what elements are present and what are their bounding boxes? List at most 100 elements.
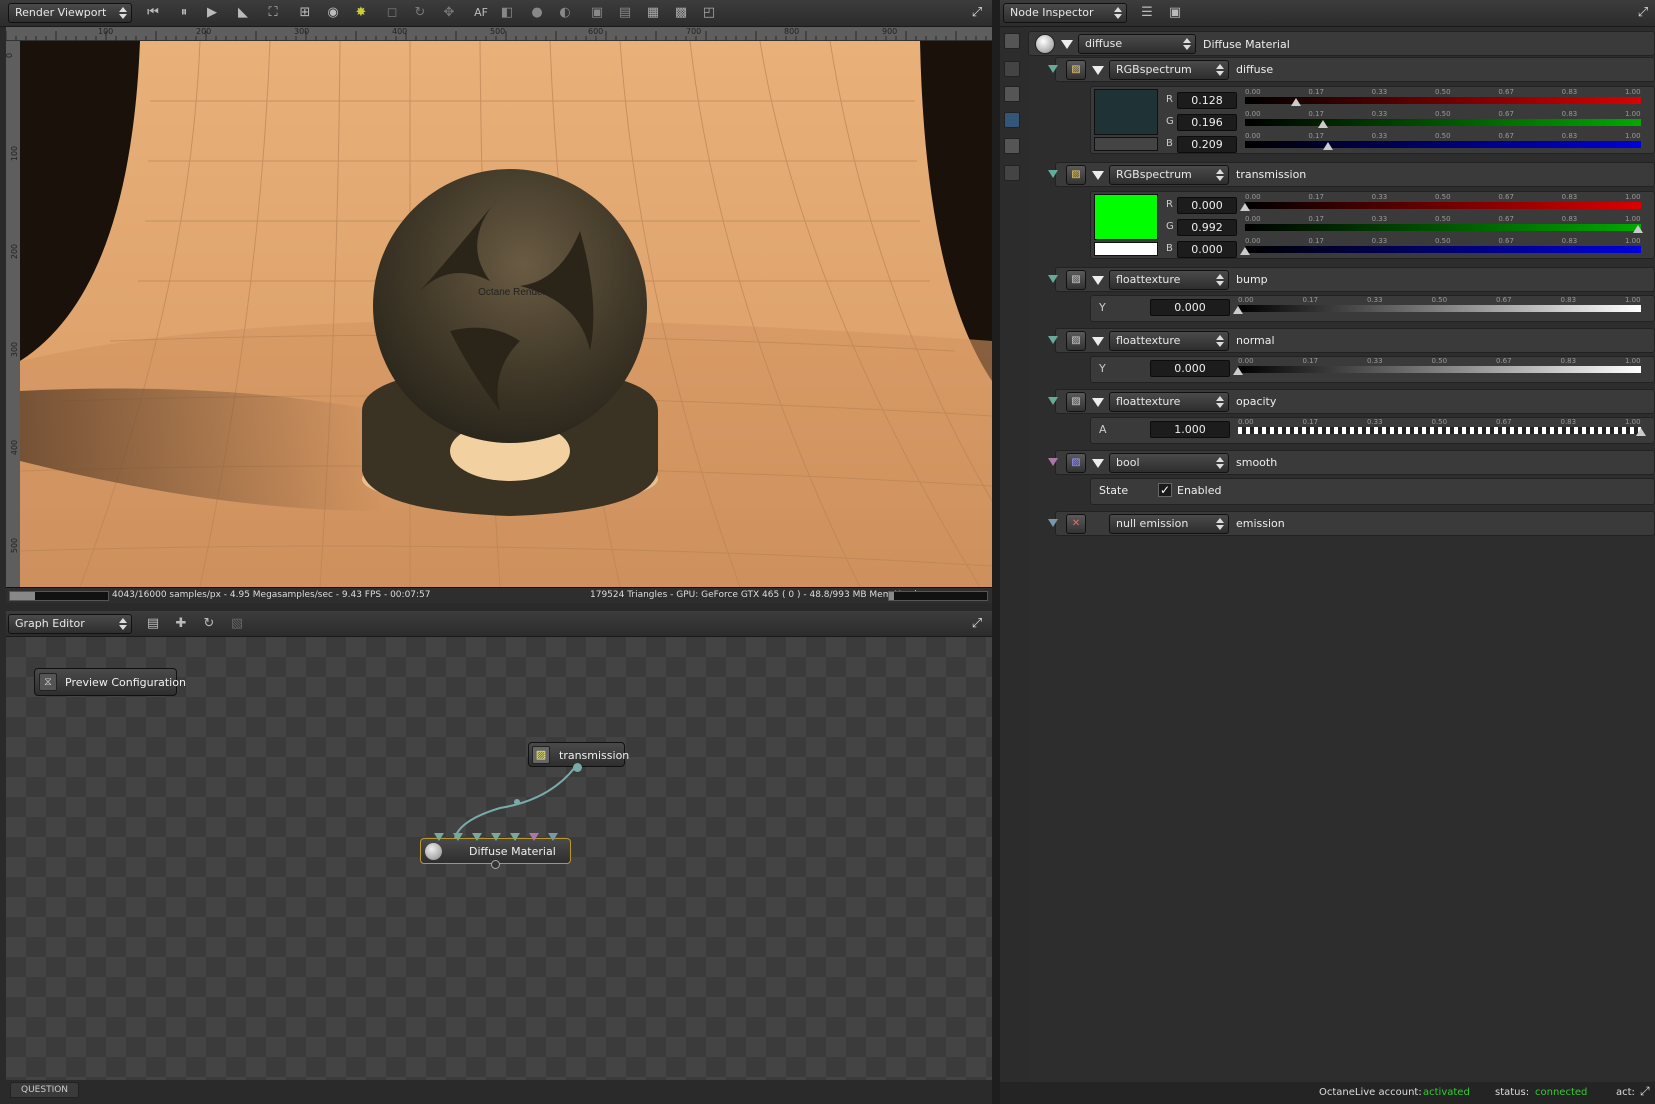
smooth-checkbox[interactable]: ✓ <box>1158 483 1172 497</box>
panel-separator[interactable] <box>992 0 1000 1104</box>
connection-pin-icon[interactable] <box>1048 458 1058 466</box>
transmission-r-slider[interactable] <box>1245 202 1641 209</box>
diffuse-r-slider-thumb[interactable] <box>1290 98 1301 106</box>
diffuse-r-slider[interactable] <box>1245 97 1641 104</box>
collapse-icon[interactable] <box>1092 171 1104 180</box>
window-icon[interactable]: ◰ <box>700 4 718 22</box>
input-pin[interactable] <box>453 833 463 841</box>
inspector-mode-dropdown[interactable]: Node Inspector <box>1003 3 1127 23</box>
pan-icon[interactable]: ✥ <box>440 4 458 22</box>
question-tab[interactable]: QUESTION <box>10 1082 80 1098</box>
kernel-icon[interactable] <box>1004 165 1020 181</box>
sphere-alt-icon[interactable]: ◐ <box>556 4 574 22</box>
normal-type-dropdown[interactable]: floattexture <box>1109 331 1229 351</box>
input-pin[interactable] <box>548 833 558 841</box>
lock-icon[interactable]: ▤ <box>616 4 634 22</box>
bump-value[interactable]: 0.000 <box>1150 299 1230 316</box>
opacity-slider[interactable] <box>1238 427 1641 434</box>
diffuse-type-dropdown[interactable]: RGBspectrum <box>1109 60 1229 80</box>
pick-material-icon[interactable]: ⊞ <box>296 4 314 22</box>
refresh-icon[interactable]: ↻ <box>200 615 218 633</box>
texture-node-icon[interactable]: ▨ <box>1066 331 1086 351</box>
transmission-b-value[interactable]: 0.000 <box>1177 241 1237 258</box>
diffuse-b-value[interactable]: 0.209 <box>1177 136 1237 153</box>
diffuse-g-slider[interactable] <box>1245 119 1641 126</box>
normal-value[interactable]: 0.000 <box>1150 360 1230 377</box>
opacity-type-dropdown[interactable]: floattexture <box>1109 392 1229 412</box>
diffuse-g-slider-thumb[interactable] <box>1317 120 1328 128</box>
pause-icon[interactable]: ⏸ <box>175 4 193 22</box>
autofocus-button[interactable]: AF <box>470 4 492 22</box>
camera-settings-icon[interactable] <box>1004 61 1020 77</box>
transmission-g-value[interactable]: 0.992 <box>1177 219 1237 236</box>
transmission-color-swatch[interactable] <box>1094 194 1158 240</box>
connection-pin-icon[interactable] <box>1048 519 1058 527</box>
material-type-dropdown[interactable]: diffuse <box>1078 34 1196 54</box>
material-preview-icon[interactable] <box>1035 34 1055 54</box>
film-icon[interactable] <box>1004 86 1020 102</box>
transmission-r-value[interactable]: 0.000 <box>1177 197 1237 214</box>
region-icon[interactable]: ▣ <box>588 4 606 22</box>
inspector-maximize-icon[interactable]: ⤢ <box>1634 4 1652 22</box>
viewport-mode-dropdown[interactable]: Render Viewport <box>8 3 132 23</box>
smooth-type-dropdown[interactable]: bool <box>1109 453 1229 473</box>
texture-node-icon[interactable]: ▨ <box>1066 165 1086 185</box>
diffuse-b-slider[interactable] <box>1245 141 1641 148</box>
transmission-type-dropdown[interactable]: RGBspectrum <box>1109 165 1229 185</box>
render-target-icon[interactable] <box>1004 33 1020 49</box>
connection-pin-icon[interactable] <box>1048 275 1058 283</box>
input-pin[interactable] <box>510 833 520 841</box>
maximize-icon[interactable]: ⤢ <box>968 4 986 22</box>
preview-config-node[interactable]: ⧖ Preview Configuration <box>34 668 186 696</box>
zoom-region-icon[interactable]: ⛶ <box>264 4 282 22</box>
transmission-g-slider[interactable] <box>1245 224 1641 231</box>
connection-pin-icon[interactable] <box>1048 397 1058 405</box>
connection-pin-icon[interactable] <box>1048 170 1058 178</box>
load-icon[interactable]: ▤ <box>144 615 162 633</box>
bump-type-dropdown[interactable]: floattexture <box>1109 270 1229 290</box>
diffuse-g-value[interactable]: 0.196 <box>1177 114 1237 131</box>
input-pin[interactable] <box>434 833 444 841</box>
checker-icon[interactable]: ▩ <box>672 4 690 22</box>
act-icon[interactable]: ⤢ <box>1640 1084 1650 1099</box>
texture-node-icon[interactable]: ▨ <box>1066 392 1086 412</box>
disabled-tool-icon[interactable]: ▧ <box>228 615 246 633</box>
output-pin[interactable] <box>573 763 582 772</box>
collapse-icon[interactable] <box>1092 276 1104 285</box>
af-off-icon[interactable]: ◻ <box>383 4 401 22</box>
expand-all-icon[interactable]: ☰ <box>1138 4 1156 22</box>
camera-icon[interactable]: ◧ <box>498 4 516 22</box>
rotate-icon[interactable]: ↻ <box>411 4 429 22</box>
input-pin[interactable] <box>472 833 482 841</box>
connection-pin-icon[interactable] <box>1048 336 1058 344</box>
collapse-icon[interactable] <box>1092 337 1104 346</box>
pick-object-icon[interactable]: ◉ <box>324 4 342 22</box>
texture-node-icon[interactable]: ▨ <box>1066 270 1086 290</box>
diffuse-color-swatch[interactable] <box>1094 89 1158 135</box>
image-icon[interactable] <box>1004 138 1020 154</box>
transmission-g-slider-thumb[interactable] <box>1632 225 1643 233</box>
transmission-r-slider-thumb[interactable] <box>1240 203 1250 211</box>
material-output-pin[interactable] <box>491 860 500 869</box>
texture-node-icon[interactable]: ▨ <box>1066 60 1086 80</box>
input-pin[interactable] <box>491 833 501 841</box>
light-icon[interactable]: ✸ <box>352 4 370 22</box>
pick-focus-icon[interactable]: ◣ <box>234 4 252 22</box>
play-icon[interactable]: ▶ <box>203 4 221 22</box>
render-image[interactable]: Octane Render <box>20 41 992 587</box>
rewind-icon[interactable]: ⏮ <box>144 4 162 22</box>
collapse-icon[interactable] <box>1092 459 1104 468</box>
add-node-icon[interactable]: ✚ <box>172 615 190 633</box>
emission-null-icon[interactable]: ✕ <box>1066 514 1086 534</box>
collapse-icon[interactable] <box>1092 398 1104 407</box>
graph-mode-dropdown[interactable]: Graph Editor <box>8 614 132 634</box>
bump-slider-thumb[interactable] <box>1233 306 1243 314</box>
normal-slider[interactable] <box>1238 366 1641 373</box>
transmission-node[interactable]: ▨ transmission <box>528 742 629 772</box>
input-pin[interactable] <box>529 833 539 841</box>
transmission-b-slider[interactable] <box>1245 246 1641 253</box>
collapse-icon[interactable] <box>1092 66 1104 75</box>
diffuse-b-slider-thumb[interactable] <box>1322 142 1333 150</box>
environment-icon[interactable] <box>1004 112 1020 128</box>
diffuse-material-node[interactable]: Diffuse Material <box>420 838 571 869</box>
